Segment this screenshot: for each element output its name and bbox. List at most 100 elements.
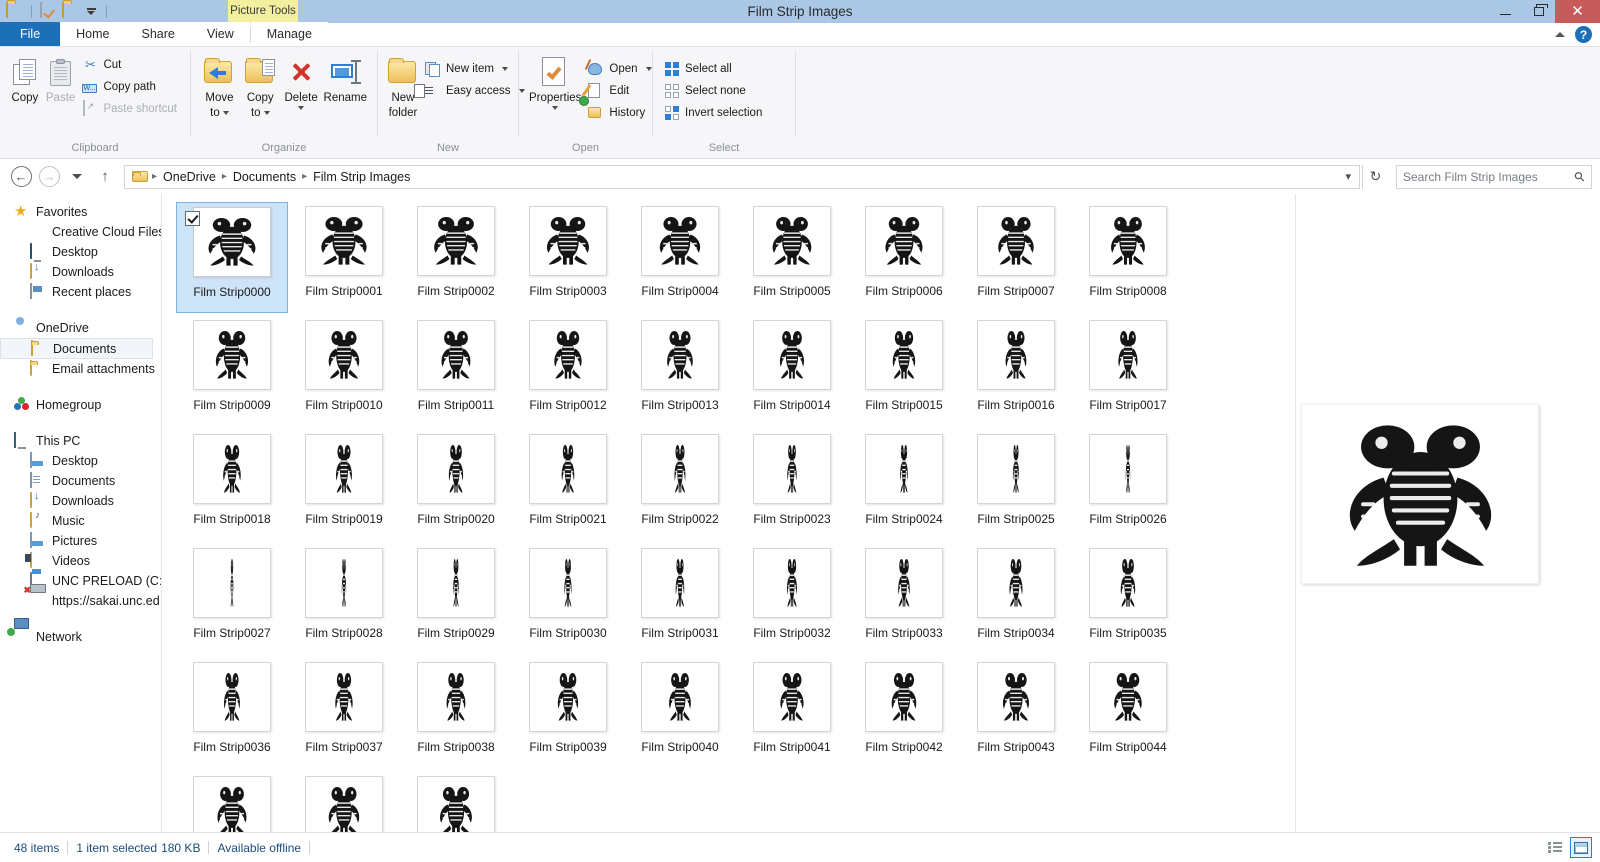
file-grid[interactable]: Film Strip0000 Film Strip0001 Film Strip… xyxy=(162,194,1295,832)
rename-button[interactable]: Rename xyxy=(322,52,369,107)
file-tile[interactable]: Film Strip0009 xyxy=(176,316,288,427)
select-all-button[interactable]: Select all xyxy=(661,58,767,79)
file-tile[interactable]: Film Strip0030 xyxy=(512,544,624,655)
file-tile[interactable]: Film Strip0034 xyxy=(960,544,1072,655)
tab-share[interactable]: Share xyxy=(125,22,191,46)
refresh-icon[interactable]: ↻ xyxy=(1362,164,1388,189)
file-tile[interactable]: Film Strip0000 xyxy=(176,202,288,313)
file-tile[interactable]: Film Strip0004 xyxy=(624,202,736,313)
file-tile[interactable]: Film Strip0025 xyxy=(960,430,1072,541)
file-tile[interactable]: Film Strip0011 xyxy=(400,316,512,427)
file-tile[interactable]: Film Strip0007 xyxy=(960,202,1072,313)
file-tile[interactable]: Film Strip0020 xyxy=(400,430,512,541)
file-tile[interactable]: Film Strip0016 xyxy=(960,316,1072,427)
sidebar-item-favorites[interactable]: ★ Favorites xyxy=(0,202,161,222)
breadcrumb-separator-2[interactable]: ▸ xyxy=(222,171,227,182)
sidebar-item-desktop-fav[interactable]: Desktop xyxy=(0,242,161,262)
file-tile[interactable]: Film Strip0039 xyxy=(512,658,624,769)
tab-home[interactable]: Home xyxy=(60,22,126,46)
sidebar-item-documents-pc[interactable]: Documents xyxy=(0,471,161,491)
copy-to-button[interactable]: Copy to xyxy=(240,52,281,122)
file-tile[interactable]: Film Strip0006 xyxy=(848,202,960,313)
file-tile[interactable]: Film Strip0024 xyxy=(848,430,960,541)
file-tile[interactable]: Film Strip0001 xyxy=(288,202,400,313)
sidebar-item-downloads-fav[interactable]: Downloads xyxy=(0,262,161,282)
sidebar-item-network[interactable]: Network xyxy=(0,627,161,647)
open-dropdown-icon[interactable] xyxy=(645,66,652,71)
file-checkbox[interactable] xyxy=(185,211,200,226)
sidebar-item-desktop-pc[interactable]: Desktop xyxy=(0,451,161,471)
select-none-button[interactable]: Select none xyxy=(661,80,767,101)
file-tile[interactable]: Film Strip0032 xyxy=(736,544,848,655)
file-list-pane[interactable]: Film Strip0000 Film Strip0001 Film Strip… xyxy=(162,194,1295,832)
breadcrumb-separator-3[interactable]: ▸ xyxy=(302,171,307,182)
back-button[interactable]: ← xyxy=(8,164,34,190)
file-tile[interactable]: Film Strip0040 xyxy=(624,658,736,769)
file-tile[interactable]: Film Strip0041 xyxy=(736,658,848,769)
paste-button[interactable]: Paste xyxy=(44,52,78,107)
file-tile[interactable]: Film Strip0023 xyxy=(736,430,848,541)
sidebar-item-creative-cloud-files[interactable]: Creative Cloud Files xyxy=(0,222,161,242)
file-tile[interactable]: Film Strip0018 xyxy=(176,430,288,541)
file-tile[interactable]: Film Strip0043 xyxy=(960,658,1072,769)
file-tile[interactable]: Film Strip0035 xyxy=(1072,544,1184,655)
tab-file[interactable]: File xyxy=(0,22,61,46)
file-tile[interactable]: Film Strip0029 xyxy=(400,544,512,655)
move-to-button[interactable]: Move to xyxy=(199,52,240,122)
file-tile[interactable]: Film Strip0033 xyxy=(848,544,960,655)
open-button[interactable]: Open xyxy=(585,58,656,79)
new-item-dropdown-icon[interactable] xyxy=(501,66,508,71)
file-tile[interactable]: Film Strip0026 xyxy=(1072,430,1184,541)
file-tile[interactable]: Film Strip0008 xyxy=(1072,202,1184,313)
file-tile[interactable]: Film Strip0042 xyxy=(848,658,960,769)
sidebar-item-recent-places[interactable]: Recent places xyxy=(0,282,161,302)
file-tile[interactable]: Film Strip0037 xyxy=(288,658,400,769)
sidebar-item-videos[interactable]: Videos xyxy=(0,551,161,571)
close-button[interactable]: ✕ xyxy=(1555,0,1600,23)
recent-locations-button[interactable] xyxy=(64,164,90,190)
file-tile[interactable]: Film Strip0044 xyxy=(1072,658,1184,769)
sidebar-item-documents-onedrive[interactable]: Documents xyxy=(0,338,153,359)
properties-dropdown-icon[interactable] xyxy=(552,106,559,110)
search-input[interactable]: Search Film Strip Images ⚲ xyxy=(1396,164,1592,189)
cut-button[interactable]: ✂ Cut xyxy=(79,54,182,75)
folder-icon[interactable] xyxy=(62,2,79,20)
delete-dropdown-icon[interactable] xyxy=(298,106,305,110)
forward-button[interactable]: → xyxy=(36,164,62,190)
edit-button[interactable]: Edit xyxy=(581,80,656,101)
file-tile[interactable]: Film Strip0047 xyxy=(400,772,512,832)
file-tile[interactable]: Film Strip0036 xyxy=(176,658,288,769)
sidebar-item-pictures[interactable]: Pictures xyxy=(0,531,161,551)
file-tile[interactable]: Film Strip0045 xyxy=(176,772,288,832)
tab-view[interactable]: View xyxy=(190,22,250,46)
file-tile[interactable]: Film Strip0013 xyxy=(624,316,736,427)
sidebar-item-sakai-unc[interactable]: https://sakai.unc.ed xyxy=(0,591,161,611)
file-tile[interactable]: Film Strip0046 xyxy=(288,772,400,832)
file-tile[interactable]: Film Strip0031 xyxy=(624,544,736,655)
file-tile[interactable]: Film Strip0010 xyxy=(288,316,400,427)
file-tile[interactable]: Film Strip0017 xyxy=(1072,316,1184,427)
file-tile[interactable]: Film Strip0005 xyxy=(736,202,848,313)
minimize-button[interactable] xyxy=(1489,0,1522,23)
file-tile[interactable]: Film Strip0022 xyxy=(624,430,736,541)
quick-access-toolbar[interactable] xyxy=(0,0,110,23)
properties-folder-icon[interactable] xyxy=(6,2,23,20)
file-tile[interactable]: Film Strip0002 xyxy=(400,202,512,313)
sidebar-item-this-pc[interactable]: This PC xyxy=(0,431,161,451)
customize-dropdown-icon[interactable] xyxy=(84,8,98,15)
file-tile[interactable]: Film Strip0027 xyxy=(176,544,288,655)
file-tile[interactable]: Film Strip0021 xyxy=(512,430,624,541)
address-dropdown-icon[interactable]: ▾ xyxy=(1345,170,1355,183)
copy-button[interactable]: Copy xyxy=(8,52,42,107)
delete-button[interactable]: Delete xyxy=(281,52,322,113)
large-icons-view-button[interactable] xyxy=(1570,837,1592,858)
details-view-button[interactable] xyxy=(1544,837,1566,858)
copy-path-button[interactable]: W... Copy path xyxy=(79,76,182,97)
sidebar-item-homegroup[interactable]: Homegroup xyxy=(0,395,161,415)
new-item-button[interactable]: New item xyxy=(422,58,530,79)
up-button[interactable]: ↑ xyxy=(92,164,118,190)
breadcrumb-film-strip-images[interactable]: Film Strip Images xyxy=(309,170,414,184)
restore-button[interactable] xyxy=(1522,0,1555,23)
file-tile[interactable]: Film Strip0028 xyxy=(288,544,400,655)
easy-access-button[interactable]: Easy access xyxy=(414,80,530,101)
